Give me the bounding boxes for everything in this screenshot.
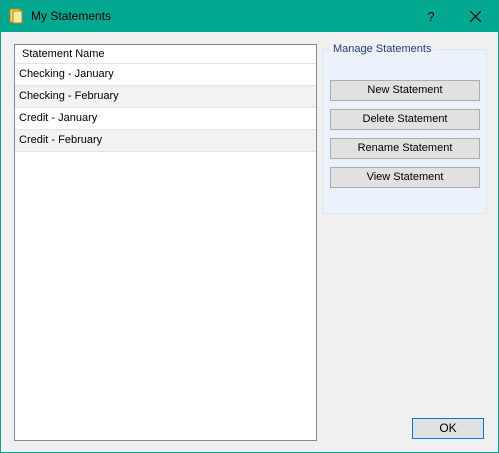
list-item-label: Credit - January — [19, 112, 98, 124]
manage-statements-group — [322, 49, 487, 214]
list-item-label: Checking - January — [19, 68, 114, 80]
window-title: My Statements — [31, 9, 112, 23]
list-item[interactable]: Credit - February — [15, 129, 316, 152]
column-header-label: Statement Name — [22, 48, 105, 60]
view-statement-button[interactable]: View Statement — [330, 167, 480, 188]
dialog-body: Statement Name Checking - January Checki… — [1, 32, 498, 452]
list-item[interactable]: Checking - February — [15, 85, 316, 107]
delete-statement-button[interactable]: Delete Statement — [330, 109, 480, 130]
my-statements-window: My Statements ? Statement Name Checking … — [0, 0, 499, 453]
help-button[interactable]: ? — [415, 1, 447, 32]
list-item-label: Checking - February — [19, 90, 119, 102]
ok-button[interactable]: OK — [412, 418, 484, 439]
column-header-statement-name[interactable]: Statement Name — [15, 45, 316, 63]
manage-statements-legend: Manage Statements — [331, 43, 434, 55]
close-button[interactable] — [453, 1, 498, 32]
list-item[interactable]: Checking - January — [15, 63, 316, 85]
rename-statement-button[interactable]: Rename Statement — [330, 138, 480, 159]
title-bar: My Statements ? — [1, 1, 498, 32]
statement-list[interactable]: Statement Name Checking - January Checki… — [14, 44, 317, 441]
notebook-icon — [9, 8, 23, 24]
list-item[interactable]: Credit - January — [15, 107, 316, 129]
list-item-label: Credit - February — [19, 134, 103, 146]
new-statement-button[interactable]: New Statement — [330, 80, 480, 101]
close-icon — [469, 10, 482, 23]
